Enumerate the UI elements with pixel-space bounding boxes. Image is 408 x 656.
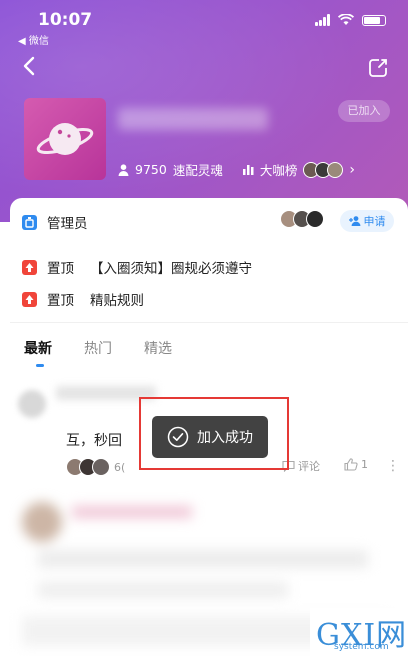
wifi-icon xyxy=(338,14,354,25)
like-count: 1 xyxy=(361,458,368,471)
apply-label: 申请 xyxy=(363,215,386,228)
circle-page: 10:07 ◀ 微信 已加入 9750 速配灵魂 大咖榜 › 管理员 申请 置顶… xyxy=(0,0,408,656)
planet-icon xyxy=(36,123,94,155)
chevron-left-icon xyxy=(23,56,35,76)
admin-label: 管理员 xyxy=(47,216,88,232)
pin-icon xyxy=(22,291,37,307)
avatar xyxy=(306,210,324,228)
highlight-box xyxy=(139,397,289,470)
share-icon xyxy=(369,59,387,77)
pinned-title: 【入圈须知】圈规必须遵守 xyxy=(90,261,252,277)
circle-name-blurred xyxy=(118,108,268,130)
pinned-tag: 置顶 xyxy=(47,261,74,277)
member-label: 速配灵魂 xyxy=(172,163,223,178)
status-time: 10:07 xyxy=(38,10,93,30)
watermark-logo: GXI网 system.com xyxy=(310,608,408,656)
member-count: 9750 xyxy=(135,162,167,177)
signal-icon xyxy=(315,14,330,26)
add-user-icon xyxy=(348,216,360,226)
apply-admin-button[interactable]: 申请 xyxy=(340,210,394,232)
post-avatar[interactable] xyxy=(18,390,46,418)
avatar xyxy=(92,458,110,476)
rank-label[interactable]: 大咖榜 xyxy=(260,160,298,179)
post-text[interactable]: 互，秒回 xyxy=(66,430,122,450)
comment-label: 评论 xyxy=(298,460,320,473)
feed-tabs: 最新 热门 精选 xyxy=(24,338,172,367)
admin-icon xyxy=(22,214,37,230)
circle-stats: 9750 速配灵魂 大咖榜 › xyxy=(118,160,355,179)
likes-text: 6( xyxy=(114,460,126,474)
post-likes[interactable]: 6( xyxy=(66,458,125,476)
pinned-title: 精贴规则 xyxy=(90,293,144,309)
pinned-item[interactable]: 置顶 精贴规则 xyxy=(22,289,144,309)
battery-icon xyxy=(362,14,386,26)
admin-avatars[interactable] xyxy=(280,210,324,228)
liker-avatars xyxy=(66,458,110,476)
status-icons xyxy=(315,14,386,26)
rank-avatars xyxy=(303,161,344,178)
divider xyxy=(10,322,408,323)
status-back-app[interactable]: ◀ 微信 xyxy=(18,32,49,47)
avatar xyxy=(327,161,344,178)
circle-avatar xyxy=(24,98,106,180)
tab-hot[interactable]: 热门 xyxy=(84,338,112,358)
admin-row[interactable]: 管理员 xyxy=(22,212,88,232)
more-options-icon[interactable]: ⋮ xyxy=(386,458,400,474)
chevron-right-icon[interactable]: › xyxy=(349,162,355,178)
tab-latest[interactable]: 最新 xyxy=(24,338,52,367)
pinned-tag: 置顶 xyxy=(47,293,74,309)
user-icon xyxy=(118,163,129,176)
thumbs-up-icon xyxy=(344,458,358,471)
pin-icon xyxy=(22,259,37,275)
like-button[interactable]: 1 xyxy=(344,458,368,471)
watermark-sub: system.com xyxy=(334,642,389,652)
back-button[interactable] xyxy=(22,56,38,76)
bar-chart-icon xyxy=(242,165,254,175)
share-button[interactable] xyxy=(368,58,388,78)
joined-badge[interactable]: 已加入 xyxy=(338,100,390,122)
tab-featured[interactable]: 精选 xyxy=(144,338,172,358)
pinned-item[interactable]: 置顶 【入圈须知】圈规必须遵守 xyxy=(22,257,252,277)
